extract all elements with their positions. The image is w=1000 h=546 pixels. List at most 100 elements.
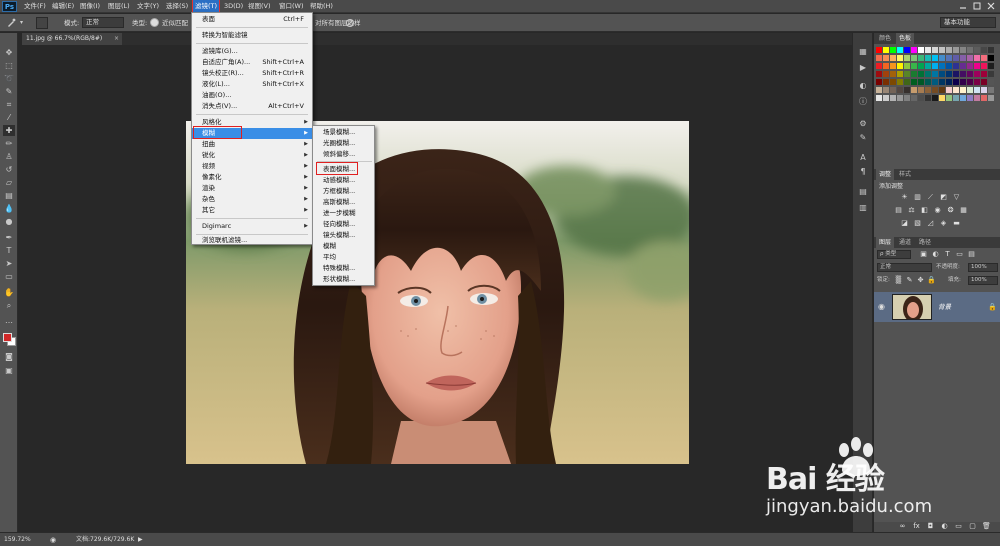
swatch-cell[interactable] (904, 63, 910, 69)
pen-tool-icon[interactable]: ✒ (3, 232, 15, 243)
tab-channels[interactable]: 通道 (896, 237, 914, 248)
filter-smart-icon[interactable]: ▤ (967, 250, 976, 259)
swatch-cell[interactable] (911, 55, 917, 61)
menu-type[interactable]: 文字(Y) (137, 0, 159, 13)
pressure-size-icon[interactable] (345, 18, 355, 28)
invert-icon[interactable]: ◪ (900, 219, 909, 228)
swatch-cell[interactable] (981, 87, 987, 93)
swatch-cell[interactable] (904, 47, 910, 53)
swatch-cell[interactable] (918, 71, 924, 77)
tab-styles[interactable]: 样式 (896, 169, 914, 180)
filter-pixel-icon[interactable]: ▣ (919, 250, 928, 259)
swatch-cell[interactable] (981, 79, 987, 85)
swatch-cell[interactable] (918, 95, 924, 101)
opacity-input[interactable]: 100% (968, 263, 998, 272)
swatch-cell[interactable] (883, 55, 889, 61)
path-select-tool-icon[interactable]: ➤ (3, 258, 15, 269)
swatch-cell[interactable] (946, 79, 952, 85)
swatch-cell[interactable] (904, 55, 910, 61)
threshold-icon[interactable]: ◿ (926, 219, 935, 228)
menu-item-blur[interactable]: 模糊 (313, 241, 374, 252)
swatch-cell[interactable] (883, 87, 889, 93)
layer-style-icon[interactable]: fx (912, 522, 921, 531)
tab-layers[interactable]: 图层 (876, 237, 895, 248)
menu-item-adaptive-wide-angle[interactable]: 自适应广角(A)... Shift+Ctrl+A (192, 57, 312, 68)
swatch-cell[interactable] (890, 95, 896, 101)
channel-mixer-icon[interactable]: ❂ (946, 206, 955, 215)
menu-item-iris-blur[interactable]: 光圈模糊... (313, 138, 374, 149)
swatch-cell[interactable] (946, 87, 952, 93)
spot-healing-brush-icon[interactable] (6, 18, 16, 28)
black-white-icon[interactable]: ◧ (920, 206, 929, 215)
crop-tool-icon[interactable]: ⌗ (3, 99, 15, 110)
swatch-cell[interactable] (953, 79, 959, 85)
menu-item-browse-filters-online[interactable]: 浏览联机滤镜... (192, 235, 312, 246)
swatch-cell[interactable] (890, 87, 896, 93)
brush-tool-icon[interactable]: ✏ (3, 138, 15, 149)
swatch-cell[interactable] (981, 55, 987, 61)
swatch-cell[interactable] (946, 63, 952, 69)
properties-panel-icon[interactable]: ◐ (858, 81, 868, 91)
lasso-tool-icon[interactable]: ➰ (3, 73, 15, 84)
swatch-cell[interactable] (988, 87, 994, 93)
swatch-cell[interactable] (946, 71, 952, 77)
menu-item-noise[interactable]: 杂色 ▶ (192, 194, 312, 205)
swatch-cell[interactable] (953, 95, 959, 101)
swatch-cell[interactable] (932, 47, 938, 53)
swatch-cell[interactable] (960, 63, 966, 69)
color-balance-icon[interactable]: ⚖ (907, 206, 916, 215)
swatch-cell[interactable] (967, 71, 973, 77)
menu-item-gaussian-blur[interactable]: 高斯模糊... (313, 197, 374, 208)
swatch-cell[interactable] (925, 71, 931, 77)
swatch-cell[interactable] (974, 55, 980, 61)
swatch-cell[interactable] (932, 63, 938, 69)
new-adjustment-icon[interactable]: ◐ (940, 522, 949, 531)
swatch-cell[interactable] (939, 47, 945, 53)
swatch-cell[interactable] (904, 71, 910, 77)
swatch-cell[interactable] (946, 55, 952, 61)
swatch-cell[interactable] (883, 71, 889, 77)
swatch-cell[interactable] (953, 47, 959, 53)
swatch-cell[interactable] (974, 47, 980, 53)
menu-edit[interactable]: 编辑(E) (52, 0, 74, 13)
document-tab[interactable]: 11.jpg @ 66.7%(RGB/8#) × (22, 33, 122, 45)
swatch-cell[interactable] (967, 79, 973, 85)
menu-item-last-filter[interactable]: 表面 Ctrl+F (192, 14, 312, 25)
zoom-tool-icon[interactable]: ⌕ (3, 300, 15, 311)
swatch-cell[interactable] (932, 95, 938, 101)
swatch-cell[interactable] (925, 55, 931, 61)
swatch-cell[interactable] (918, 47, 924, 53)
quick-select-tool-icon[interactable]: ✎ (3, 86, 15, 97)
swatch-cell[interactable] (946, 95, 952, 101)
swatch-cell[interactable] (974, 95, 980, 101)
posterize-icon[interactable]: ▧ (913, 219, 922, 228)
swatch-cell[interactable] (932, 87, 938, 93)
info-panel-icon[interactable]: ⓘ (858, 97, 868, 107)
link-layers-icon[interactable]: ∞ (898, 522, 907, 531)
shape-tool-icon[interactable]: ▭ (3, 271, 15, 282)
swatch-cell[interactable] (939, 95, 945, 101)
swatch-cell[interactable] (876, 79, 882, 85)
menu-item-video[interactable]: 视频 ▶ (192, 161, 312, 172)
swatch-cell[interactable] (883, 95, 889, 101)
screen-mode-icon[interactable]: ▣ (3, 365, 15, 376)
swatch-cell[interactable] (925, 87, 931, 93)
swatch-cell[interactable] (904, 87, 910, 93)
filter-adjust-icon[interactable]: ◐ (931, 250, 940, 259)
swatch-cell[interactable] (960, 95, 966, 101)
swatch-cell[interactable] (967, 95, 973, 101)
menu-item-filter-gallery[interactable]: 滤镜库(G)... (192, 46, 312, 57)
swatch-cell[interactable] (876, 55, 882, 61)
swatches-grid[interactable] (876, 47, 996, 103)
blur-tool-icon[interactable]: 💧 (3, 203, 15, 214)
gradient-tool-icon[interactable]: ▤ (3, 190, 15, 201)
lock-paint-icon[interactable]: ✎ (905, 276, 914, 285)
vibrance-icon[interactable]: ▽ (952, 193, 961, 202)
swatch-cell[interactable] (911, 63, 917, 69)
swatch-cell[interactable] (897, 47, 903, 53)
menu-help[interactable]: 帮助(H) (310, 0, 333, 13)
marquee-tool-icon[interactable]: ⬚ (3, 60, 15, 71)
swatch-cell[interactable] (939, 55, 945, 61)
foreground-color-swatch[interactable] (3, 333, 12, 342)
swatch-cell[interactable] (925, 63, 931, 69)
